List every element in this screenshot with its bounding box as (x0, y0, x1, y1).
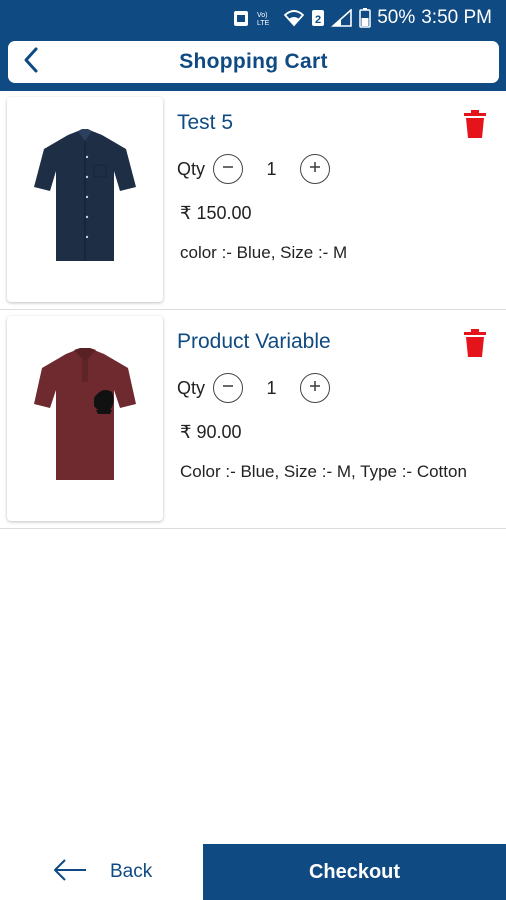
arrow-left-icon (52, 858, 88, 887)
quantity-stepper: Qty 1 (177, 373, 331, 403)
maroon-polo-image (30, 346, 140, 491)
sim2-icon: 2 (311, 9, 325, 27)
quantity-stepper: Qty 1 (177, 154, 331, 184)
plus-icon (308, 379, 322, 398)
plus-icon (308, 160, 322, 179)
product-name[interactable]: Product Variable (177, 330, 331, 354)
qty-label: Qty (177, 158, 206, 179)
cart-item: Test 5 Qty 1 ₹ 150.00 color :- Blue, Siz… (0, 91, 506, 310)
delete-item-button[interactable] (462, 109, 488, 139)
product-price: ₹ 150.00 (180, 203, 252, 223)
header-card: Shopping Cart (8, 41, 499, 83)
decrease-qty-button[interactable] (213, 154, 244, 184)
qty-value: 1 (266, 377, 277, 398)
qty-label: Qty (177, 377, 206, 398)
signal-icon (331, 8, 353, 27)
cart-list: Test 5 Qty 1 ₹ 150.00 color :- Blue, Siz… (0, 91, 506, 529)
status-time: 3:50 PM (421, 6, 492, 28)
product-thumbnail[interactable] (7, 316, 163, 521)
cart-item: Product Variable Qty 1 ₹ 90.00 Color :- … (0, 310, 506, 529)
back-button[interactable]: Back (0, 844, 203, 900)
svg-text:2: 2 (315, 14, 321, 26)
checkout-label: Checkout (308, 860, 401, 883)
status-bar: Vo) LTE 2 50% 3:50 PM (0, 0, 506, 35)
checkout-button[interactable]: Checkout (203, 844, 506, 900)
header-back-button[interactable] (14, 45, 48, 79)
svg-text:Vo): Vo) (257, 12, 268, 19)
bottom-action-bar: Back Checkout (0, 844, 506, 900)
svg-text:LTE: LTE (257, 20, 270, 27)
trash-icon (462, 329, 488, 362)
chevron-left-icon (22, 46, 40, 79)
navy-shirt-image (30, 127, 140, 272)
volte-icon: Vo) LTE (255, 9, 277, 27)
delete-item-button[interactable] (462, 328, 488, 358)
minus-icon (221, 160, 235, 179)
page-title: Shopping Cart (179, 50, 328, 73)
gallery-notification-icon (233, 9, 249, 27)
product-price: ₹ 90.00 (180, 422, 242, 442)
increase-qty-button[interactable] (300, 373, 331, 403)
qty-value: 1 (266, 158, 277, 179)
product-attributes: Color :- Blue, Size :- M, Type :- Cotton (180, 462, 467, 481)
wifi-icon (283, 9, 305, 27)
back-label: Back (110, 861, 153, 882)
app-header: Shopping Cart (0, 35, 506, 91)
product-name[interactable]: Test 5 (177, 111, 233, 135)
app-root: Vo) LTE 2 50% 3:50 PM Shopping Cart Test… (0, 0, 506, 900)
minus-icon (221, 379, 235, 398)
battery-percent: 50% (377, 6, 416, 28)
decrease-qty-button[interactable] (213, 373, 244, 403)
battery-icon (359, 7, 371, 28)
product-attributes: color :- Blue, Size :- M (180, 243, 348, 262)
increase-qty-button[interactable] (300, 154, 331, 184)
product-thumbnail[interactable] (7, 97, 163, 302)
trash-icon (462, 110, 488, 143)
